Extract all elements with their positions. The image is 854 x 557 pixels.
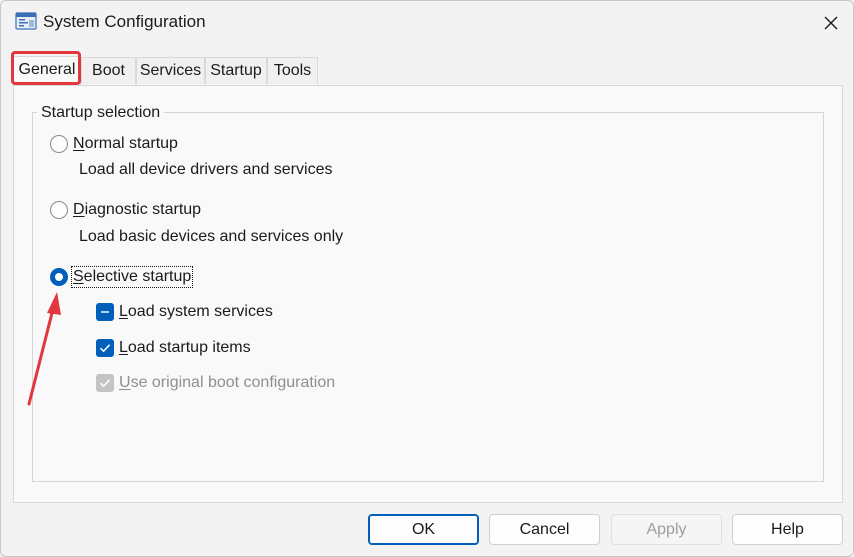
annotation-arrow (27, 292, 61, 406)
ok-button[interactable]: OK (368, 514, 479, 545)
apply-button[interactable]: Apply (611, 514, 722, 545)
cancel-button[interactable]: Cancel (489, 514, 600, 545)
system-configuration-window: System Configuration General Boot Servic… (0, 0, 854, 557)
help-button[interactable]: Help (732, 514, 843, 545)
